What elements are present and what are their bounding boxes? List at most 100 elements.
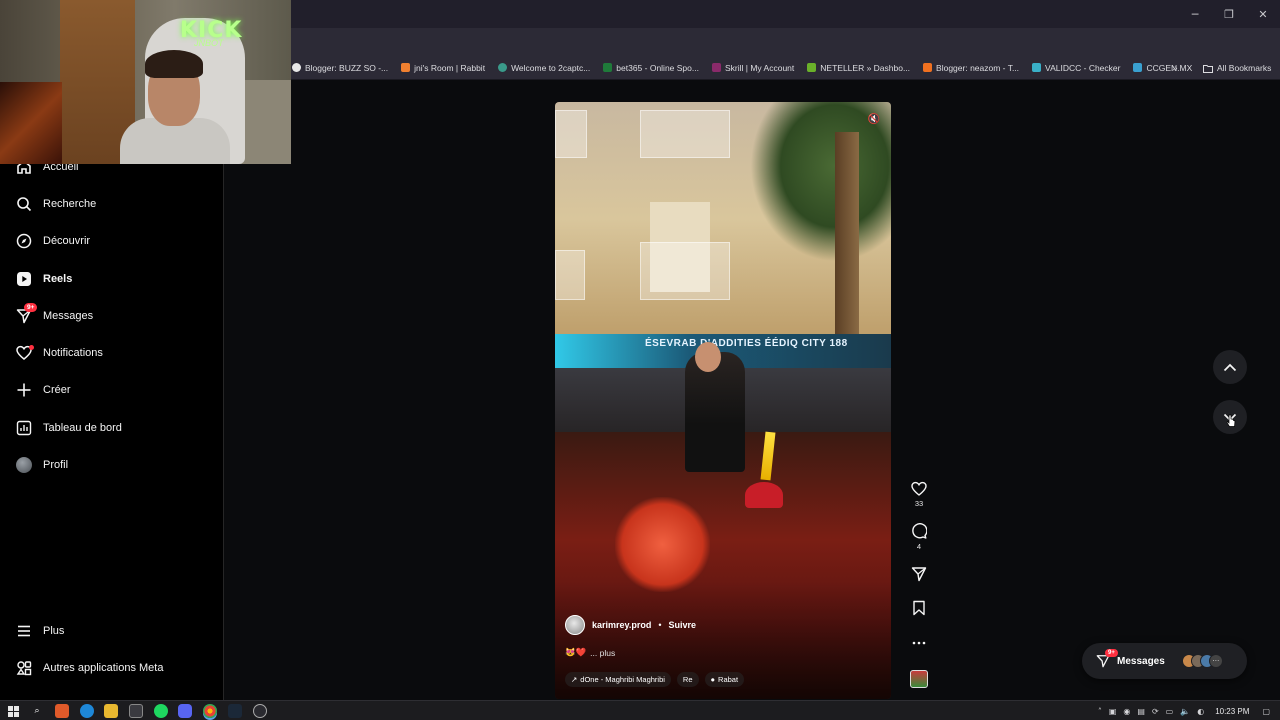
store-icon[interactable] bbox=[129, 704, 143, 718]
tray-app-icon[interactable]: ⟳ bbox=[1152, 707, 1159, 716]
sidebar-item-meta-apps[interactable]: Autres applications Meta bbox=[15, 655, 163, 681]
author-separator: • bbox=[658, 620, 662, 630]
share-action[interactable] bbox=[908, 565, 930, 583]
audio-label: dOne - Maghribi Maghribi bbox=[580, 675, 665, 684]
tray-app-icon[interactable]: ◐ bbox=[1197, 707, 1204, 716]
bookmark-item[interactable]: NETELLER » Dashbo... bbox=[807, 63, 910, 73]
menu-icon bbox=[15, 623, 32, 640]
caption-more-link[interactable]: ... plus bbox=[590, 648, 615, 658]
chrome-icon[interactable] bbox=[203, 704, 217, 718]
webcam-shelf bbox=[240, 80, 291, 164]
sidebar-item-profil[interactable]: Profil bbox=[15, 452, 68, 478]
audio-extra-chip[interactable]: Re bbox=[676, 672, 699, 687]
sidebar-item-tableau-de-bord[interactable]: Tableau de bord bbox=[15, 415, 122, 441]
bookmark-favicon-icon bbox=[923, 63, 933, 72]
edge-icon[interactable] bbox=[80, 704, 94, 718]
bookmark-favicon-icon bbox=[603, 63, 613, 72]
bookmark-item[interactable]: Blogger: neazom - T... bbox=[923, 63, 1019, 73]
reel-balcony bbox=[640, 110, 730, 158]
location-label: Rabat bbox=[718, 675, 739, 684]
bookmark-item[interactable]: Skrill | My Account bbox=[711, 62, 795, 73]
chevron-up-icon[interactable]: ˄ bbox=[1098, 707, 1102, 716]
comment-action[interactable]: 4 bbox=[908, 522, 930, 551]
author-username[interactable]: karimrey.prod bbox=[592, 620, 651, 630]
file-explorer-icon[interactable] bbox=[104, 704, 118, 718]
previous-reel-button[interactable] bbox=[1213, 350, 1247, 384]
close-window-button[interactable]: ✕ bbox=[1246, 0, 1280, 28]
follow-button[interactable]: Suivre bbox=[669, 620, 697, 630]
app-icon[interactable] bbox=[253, 704, 267, 718]
webcam-tv bbox=[0, 82, 62, 164]
steam-icon[interactable] bbox=[228, 704, 242, 718]
comment-icon[interactable] bbox=[910, 522, 928, 540]
messages-pill-badge: 9+ bbox=[1105, 649, 1118, 657]
notification-center-icon[interactable]: ▢ bbox=[1262, 707, 1270, 716]
bookmark-label: Welcome to 2captc... bbox=[511, 62, 591, 73]
app-icon[interactable] bbox=[55, 704, 69, 718]
bookmark-label: Skrill | My Account bbox=[724, 62, 795, 73]
sidebar-item-label: Profil bbox=[43, 459, 69, 471]
bookmark-label: NETELLER » Dashbo... bbox=[820, 62, 911, 73]
arrow-up-right-icon: ↗ bbox=[571, 675, 578, 684]
webcam-overlay: KICK JNBOT bbox=[0, 0, 291, 164]
heart-icon[interactable] bbox=[910, 479, 928, 497]
spotify-icon[interactable] bbox=[154, 704, 168, 718]
more-action[interactable] bbox=[908, 634, 930, 652]
window-controls: ─ ❐ ✕ bbox=[1178, 0, 1280, 28]
bookmark-item[interactable]: jni's Room | Rabbit bbox=[401, 63, 485, 73]
more-avatars-icon: ⋯ bbox=[1208, 654, 1223, 668]
mouse-cursor-icon bbox=[1226, 414, 1236, 427]
sidebar-item-recherche[interactable]: Recherche bbox=[15, 191, 96, 217]
tray-app-icon[interactable]: ▤ bbox=[1137, 707, 1145, 716]
reel-video[interactable]: ÉSEVRAB D'ADDITIES ÉÉDIQ CITY 188 🔇 kari… bbox=[555, 102, 891, 699]
sidebar-item-plus[interactable]: Plus bbox=[15, 618, 64, 644]
system-tray: ˄ ▣ ◉ ▤ ⟳ ▭ 🔈 ◐ 10:23 PM ▢ bbox=[1098, 701, 1270, 720]
sidebar-item-messages[interactable]: 9+ Messages bbox=[15, 302, 93, 329]
save-action[interactable] bbox=[908, 599, 930, 617]
bookmark-item[interactable]: Blogger: BUZZ SO -... bbox=[292, 63, 388, 73]
volume-icon[interactable]: 🔈 bbox=[1180, 707, 1190, 716]
tray-app-icon[interactable]: ◉ bbox=[1123, 707, 1130, 716]
windows-start-icon[interactable] bbox=[6, 704, 20, 718]
restore-button[interactable]: ❐ bbox=[1212, 0, 1246, 28]
bookmark-item[interactable]: CCGEN.MX bbox=[1133, 63, 1192, 73]
tray-app-icon[interactable]: ▣ bbox=[1109, 707, 1117, 716]
bookmark-item[interactable]: VALIDCC - Checker bbox=[1032, 63, 1120, 73]
search-icon[interactable]: ⌕ bbox=[30, 704, 44, 718]
reel-sign-text: ÉSEVRAB D'ADDITIES ÉÉDIQ CITY 188 bbox=[645, 338, 848, 349]
sidebar-item-notifications[interactable]: Notifications bbox=[15, 340, 103, 366]
speaker-mute-icon[interactable]: 🔇 bbox=[867, 112, 881, 126]
bookmarks-overflow-button[interactable]: » bbox=[1172, 56, 1178, 80]
reel-person bbox=[685, 352, 745, 472]
sidebar-item-creer[interactable]: Créer bbox=[15, 377, 71, 403]
bookmark-item[interactable]: Welcome to 2captc... bbox=[498, 63, 590, 73]
discord-icon[interactable] bbox=[178, 704, 192, 718]
taskbar-clock[interactable]: 10:23 PM bbox=[1215, 707, 1249, 716]
messages-pill-button[interactable]: 9+ Messages ⋯ bbox=[1082, 643, 1247, 679]
bookmark-icon[interactable] bbox=[910, 599, 928, 617]
bookmark-favicon-icon bbox=[1032, 63, 1042, 72]
sidebar-item-label: Recherche bbox=[43, 198, 97, 210]
minimize-button[interactable]: ─ bbox=[1178, 0, 1212, 28]
sidebar-item-reels[interactable]: Reels bbox=[15, 266, 72, 292]
bookmark-item[interactable]: bet365 - Online Spo... bbox=[603, 63, 699, 73]
share-icon[interactable] bbox=[910, 565, 928, 583]
sidebar-item-label: Tableau de bord bbox=[43, 422, 122, 434]
comment-count: 4 bbox=[916, 542, 922, 551]
location-chip[interactable]: ● Rabat bbox=[704, 672, 745, 687]
sidebar-item-label: Autres applications Meta bbox=[43, 662, 164, 674]
like-action[interactable]: 33 bbox=[908, 479, 930, 508]
sidebar-item-decouvrir[interactable]: Découvrir bbox=[15, 228, 90, 254]
bookmark-favicon-icon bbox=[711, 63, 721, 72]
author-avatar[interactable] bbox=[565, 615, 585, 635]
reel-person-head bbox=[695, 342, 721, 372]
audio-thumbnail[interactable] bbox=[910, 670, 928, 688]
audio-chip[interactable]: ↗ dOne - Maghribi Maghribi bbox=[565, 672, 671, 687]
more-options-icon[interactable] bbox=[910, 634, 928, 652]
all-bookmarks-button[interactable]: All Bookmarks bbox=[1203, 56, 1271, 80]
caption-emoji: 😻❤️ bbox=[565, 647, 587, 657]
network-icon[interactable]: ▭ bbox=[1166, 707, 1174, 716]
sidebar-nav: Accueil Recherche Découvrir Reels 9+ Mes… bbox=[0, 80, 224, 700]
bookmark-label: VALIDCC - Checker bbox=[1045, 62, 1121, 73]
taskbar: ⌕ ˄ ▣ ◉ ▤ ⟳ ▭ 🔈 ◐ 10:23 PM ▢ bbox=[0, 700, 1280, 720]
